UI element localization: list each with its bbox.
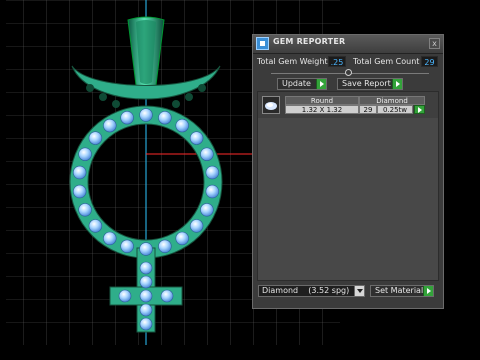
material-select-value: Diamond (3.52 spg) — [262, 286, 350, 295]
set-material-button[interactable]: Set Material — [370, 285, 434, 297]
gem-weight-cell: 0.25tw — [377, 105, 413, 114]
gem — [139, 242, 153, 256]
gem-shape-header: Round — [285, 96, 359, 105]
gem-size-cell: 1.32 X 1.32 — [285, 105, 359, 114]
gem — [103, 231, 117, 246]
gem — [139, 275, 153, 289]
gem-reporter-panel: GEM REPORTER x Total Gem Weight .25 Tota… — [252, 34, 444, 309]
gem — [88, 131, 103, 145]
close-icon: x — [432, 39, 437, 48]
gem — [175, 231, 189, 246]
save-report-button[interactable]: Save Report — [337, 78, 403, 90]
gem — [139, 108, 153, 122]
gem — [120, 110, 134, 125]
material-select[interactable]: Diamond (3.52 spg) — [258, 285, 365, 297]
panel-title: GEM REPORTER — [273, 37, 346, 46]
gem — [160, 289, 174, 303]
save-report-button-label: Save Report — [342, 79, 391, 88]
gem — [139, 303, 153, 317]
gem — [200, 147, 214, 161]
gem — [175, 118, 189, 133]
go-arrow-icon — [392, 79, 402, 89]
go-arrow-icon — [316, 79, 326, 89]
set-material-button-label: Set Material — [375, 286, 424, 295]
gem — [189, 219, 204, 233]
gem — [88, 219, 103, 233]
go-arrow-icon — [418, 107, 422, 113]
close-button[interactable]: x — [429, 38, 440, 49]
gem — [118, 289, 132, 303]
gem — [103, 118, 117, 133]
gem — [120, 239, 134, 254]
chevron-down-icon[interactable] — [354, 286, 364, 296]
gem — [72, 165, 87, 180]
gem — [139, 317, 153, 331]
gem — [72, 184, 87, 199]
gem — [205, 165, 220, 180]
gem-reporter-icon — [256, 37, 269, 50]
gem-material-header: Diamond — [359, 96, 425, 105]
total-count-label: Total Gem Count — [353, 57, 420, 66]
total-weight-value: .25 — [328, 56, 346, 67]
total-weight-label: Total Gem Weight — [257, 57, 328, 66]
gem-row-go-button[interactable] — [414, 105, 425, 114]
gem — [139, 261, 153, 275]
gem — [158, 110, 172, 125]
panel-titlebar[interactable]: GEM REPORTER x — [253, 35, 443, 54]
gem-list: Round Diamond 1.32 X 1.32 29 0.25tw — [257, 91, 439, 281]
gem-count-cell: 29 — [359, 105, 377, 114]
update-button-label: Update — [282, 79, 311, 88]
go-arrow-icon — [423, 286, 433, 296]
gem — [200, 203, 214, 217]
gem — [78, 147, 92, 161]
update-button[interactable]: Update — [277, 78, 327, 90]
gem — [78, 203, 92, 217]
gem — [189, 131, 204, 145]
gem — [158, 239, 172, 254]
total-count-value: 29 — [421, 56, 438, 67]
gem-thumbnail-icon — [262, 96, 280, 114]
gem — [139, 289, 153, 303]
gem — [205, 184, 220, 199]
panel-slider-thumb[interactable] — [345, 69, 352, 76]
